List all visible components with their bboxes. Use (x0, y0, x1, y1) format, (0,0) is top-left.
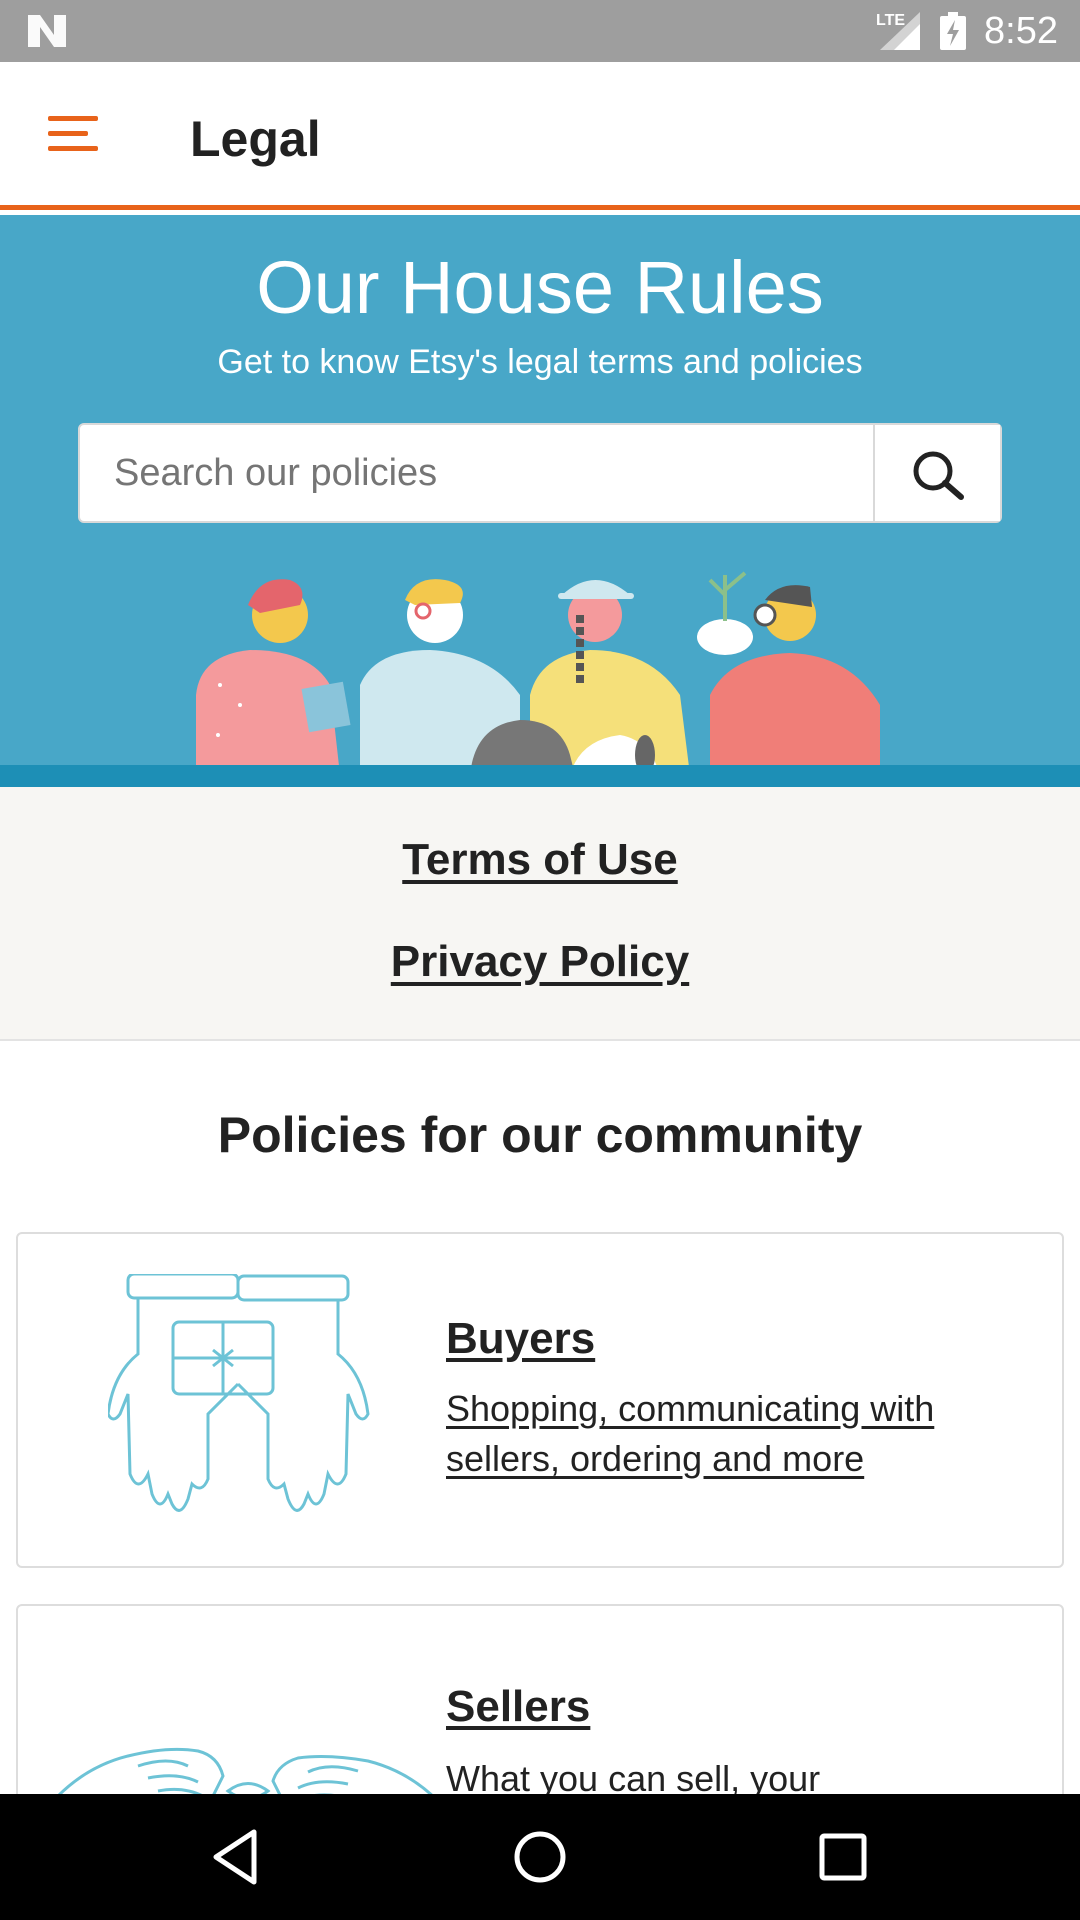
gift-hands-icon (108, 1274, 370, 1512)
recents-square-icon[interactable] (810, 1824, 876, 1890)
status-bar: LTE 8:52 (0, 0, 1080, 62)
hero-banner: Our House Rules Get to know Etsy's legal… (0, 215, 1080, 787)
search-button[interactable] (873, 425, 1000, 521)
back-triangle-icon[interactable] (204, 1824, 270, 1890)
system-nav-bar (0, 1794, 1080, 1920)
battery-charging-icon (940, 12, 966, 50)
terms-of-use-link[interactable]: Terms of Use (0, 835, 1080, 885)
clock: 8:52 (984, 10, 1058, 52)
community-heading: Policies for our community (217, 1107, 863, 1163)
notification-n-icon (28, 15, 66, 47)
buyers-policy-card[interactable]: Buyers Shopping, communicating with sell… (16, 1232, 1064, 1568)
sellers-title-link[interactable]: Sellers (446, 1682, 590, 1732)
search-input[interactable] (80, 425, 873, 521)
hero-title: Our House Rules (256, 246, 824, 329)
privacy-policy-link[interactable]: Privacy Policy (0, 937, 1080, 987)
buyers-description-link[interactable]: Shopping, communicating with sellers, or… (446, 1384, 1006, 1484)
search-icon (913, 451, 964, 500)
signal-icon (880, 12, 920, 50)
app-bar: Legal (0, 62, 1080, 210)
community-people-illustration (196, 571, 880, 775)
page-title: Legal (190, 111, 321, 167)
policy-search (78, 423, 1002, 523)
hero-subtitle: Get to know Etsy's legal terms and polic… (217, 343, 863, 381)
hamburger-menu-icon[interactable] (48, 114, 98, 154)
home-circle-icon[interactable] (507, 1824, 573, 1890)
hero-bottom-strip (0, 765, 1080, 787)
buyers-title-link[interactable]: Buyers (446, 1314, 595, 1364)
legal-links: Terms of Use Privacy Policy (0, 787, 1080, 1041)
